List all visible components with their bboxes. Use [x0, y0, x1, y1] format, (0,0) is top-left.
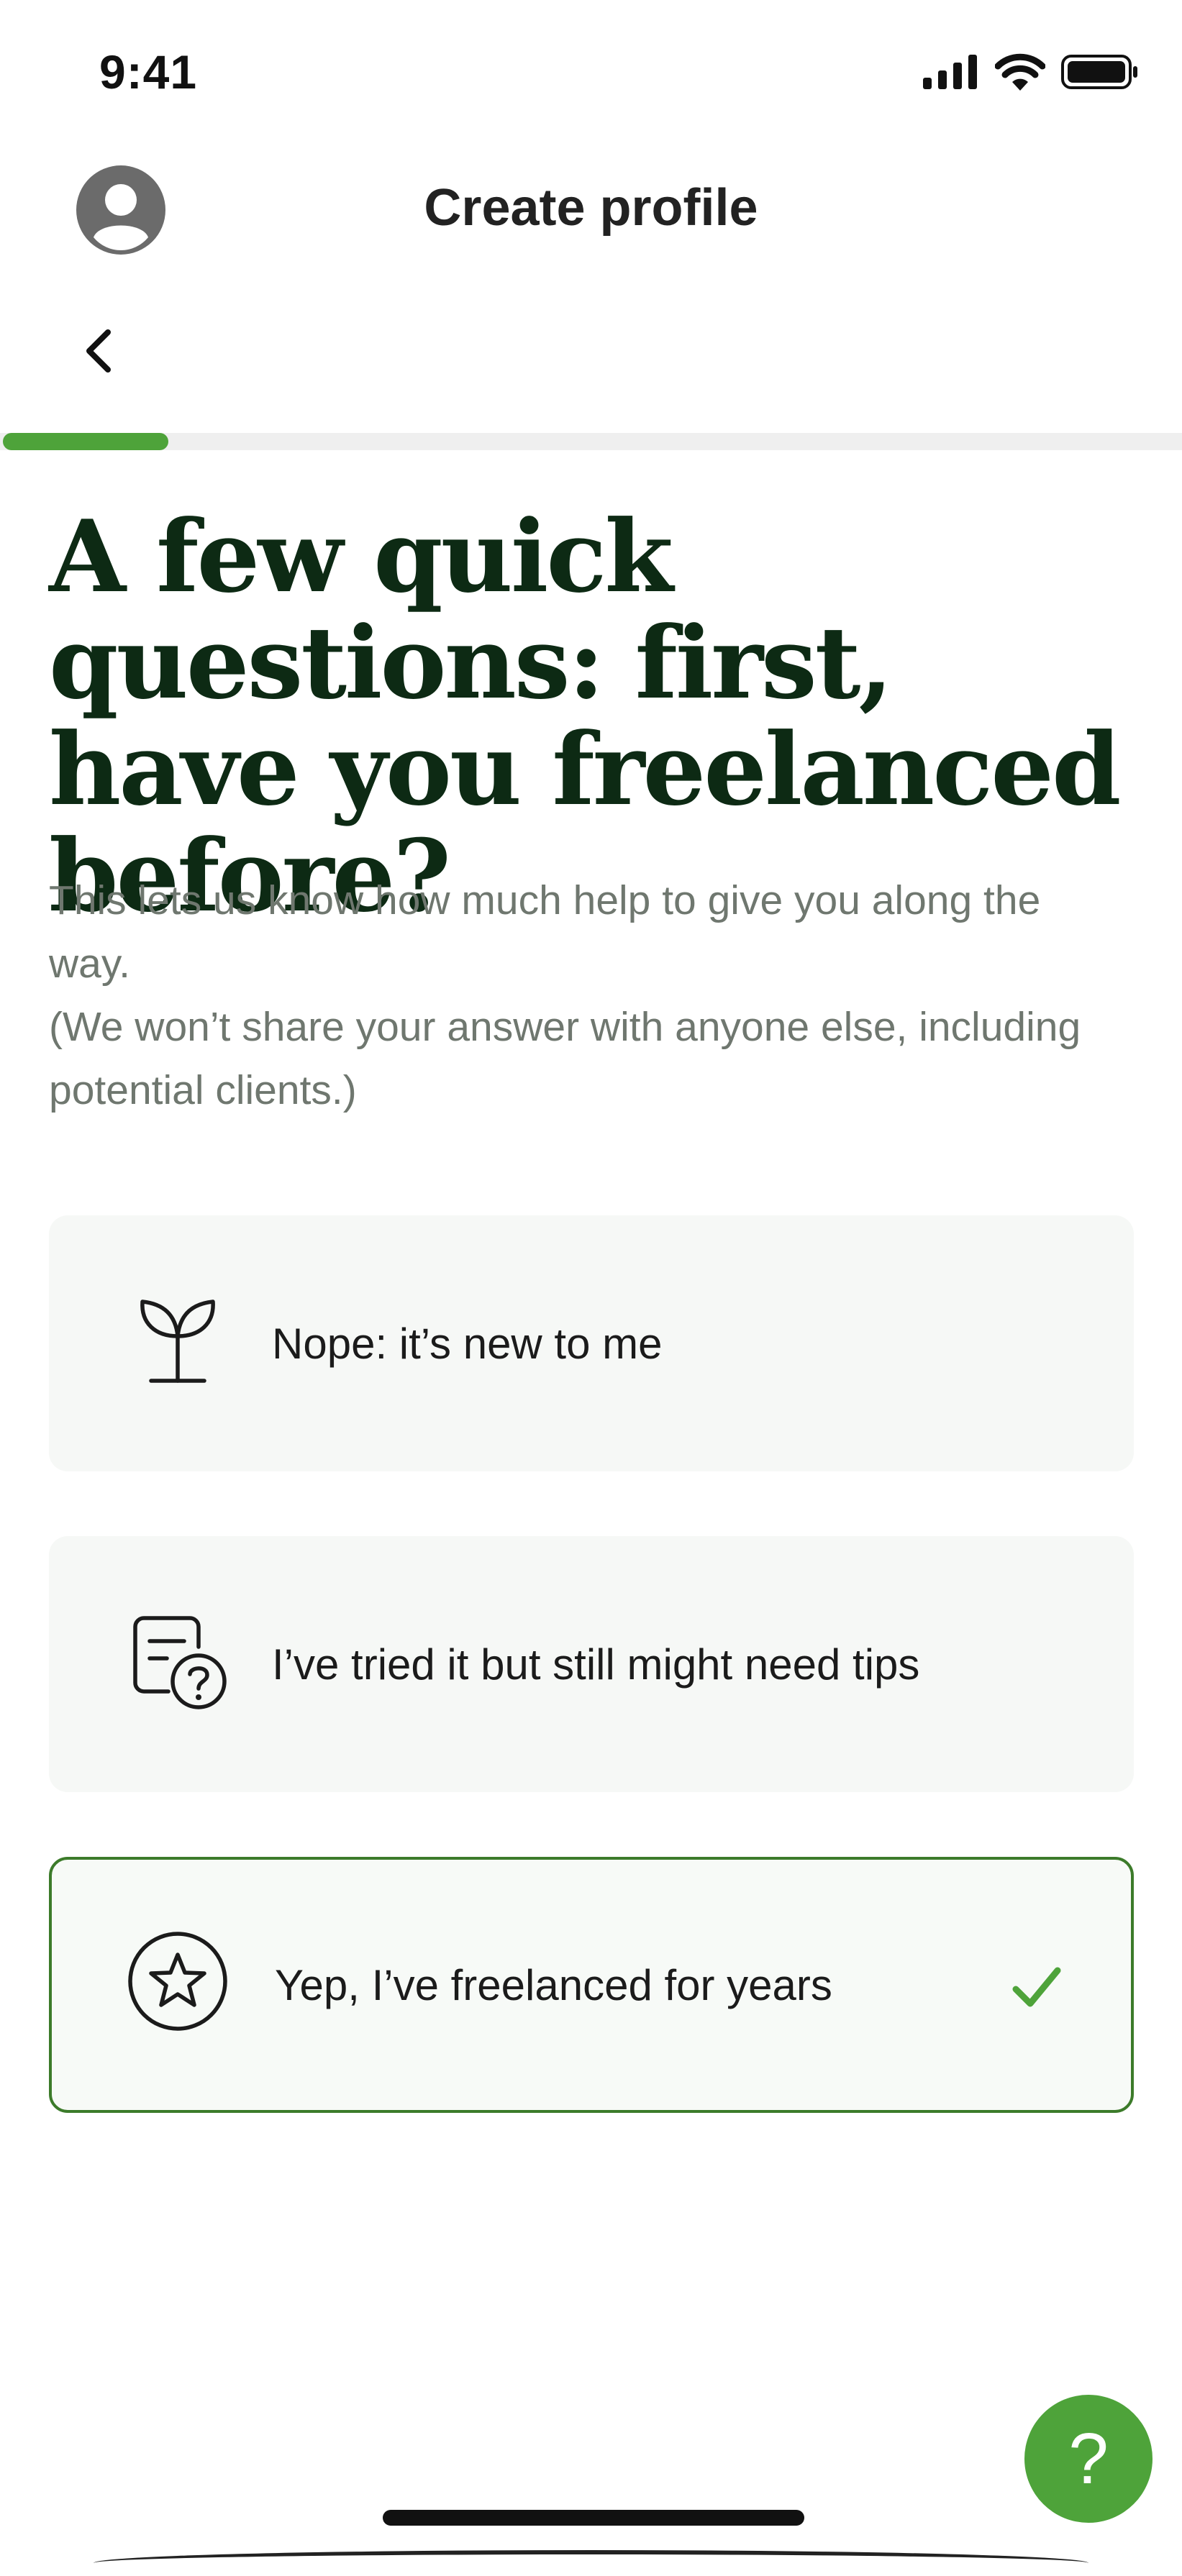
option-label: Nope: it’s new to me: [272, 1319, 663, 1368]
sprout-icon: [140, 1300, 215, 1383]
option-label: I’ve tried it but still might need tips: [272, 1640, 920, 1689]
progress-track: [0, 433, 1182, 450]
option-label: Yep, I’ve freelanced for years: [275, 1960, 832, 2009]
checkmark-icon: [1012, 1967, 1061, 2007]
option-tried-need-tips[interactable]: I’ve tried it but still might need tips: [49, 1536, 1134, 1792]
option-new-to-freelancing[interactable]: Nope: it’s new to me: [49, 1215, 1134, 1471]
subtext-line-1: This lets us know how much help to give …: [49, 877, 1041, 987]
status-time: 9:41: [99, 45, 198, 99]
help-button[interactable]: ?: [1024, 2395, 1153, 2523]
page-title: Create profile: [424, 179, 758, 237]
home-indicator[interactable]: [383, 2510, 804, 2526]
chevron-left-icon: [86, 329, 111, 373]
progress-fill: [3, 433, 168, 450]
document-question-icon: [133, 1616, 227, 1709]
option-freelanced-for-years[interactable]: Yep, I’ve freelanced for years: [49, 1857, 1134, 2113]
wifi-icon: [995, 53, 1045, 91]
battery-icon: [1061, 55, 1137, 89]
cellular-signal-icon: [923, 55, 977, 89]
status-icons: [923, 50, 1139, 93]
bottom-sheet-edge: [94, 2550, 1088, 2576]
back-button[interactable]: [69, 322, 127, 380]
subtext-line-2: (We won’t share your answer with anyone …: [49, 1004, 1081, 1113]
question-headline: A few quick questions: first, have you f…: [49, 498, 1122, 934]
question-subtext: This lets us know how much help to give …: [49, 869, 1128, 1122]
star-circle-icon: [128, 1932, 227, 2031]
